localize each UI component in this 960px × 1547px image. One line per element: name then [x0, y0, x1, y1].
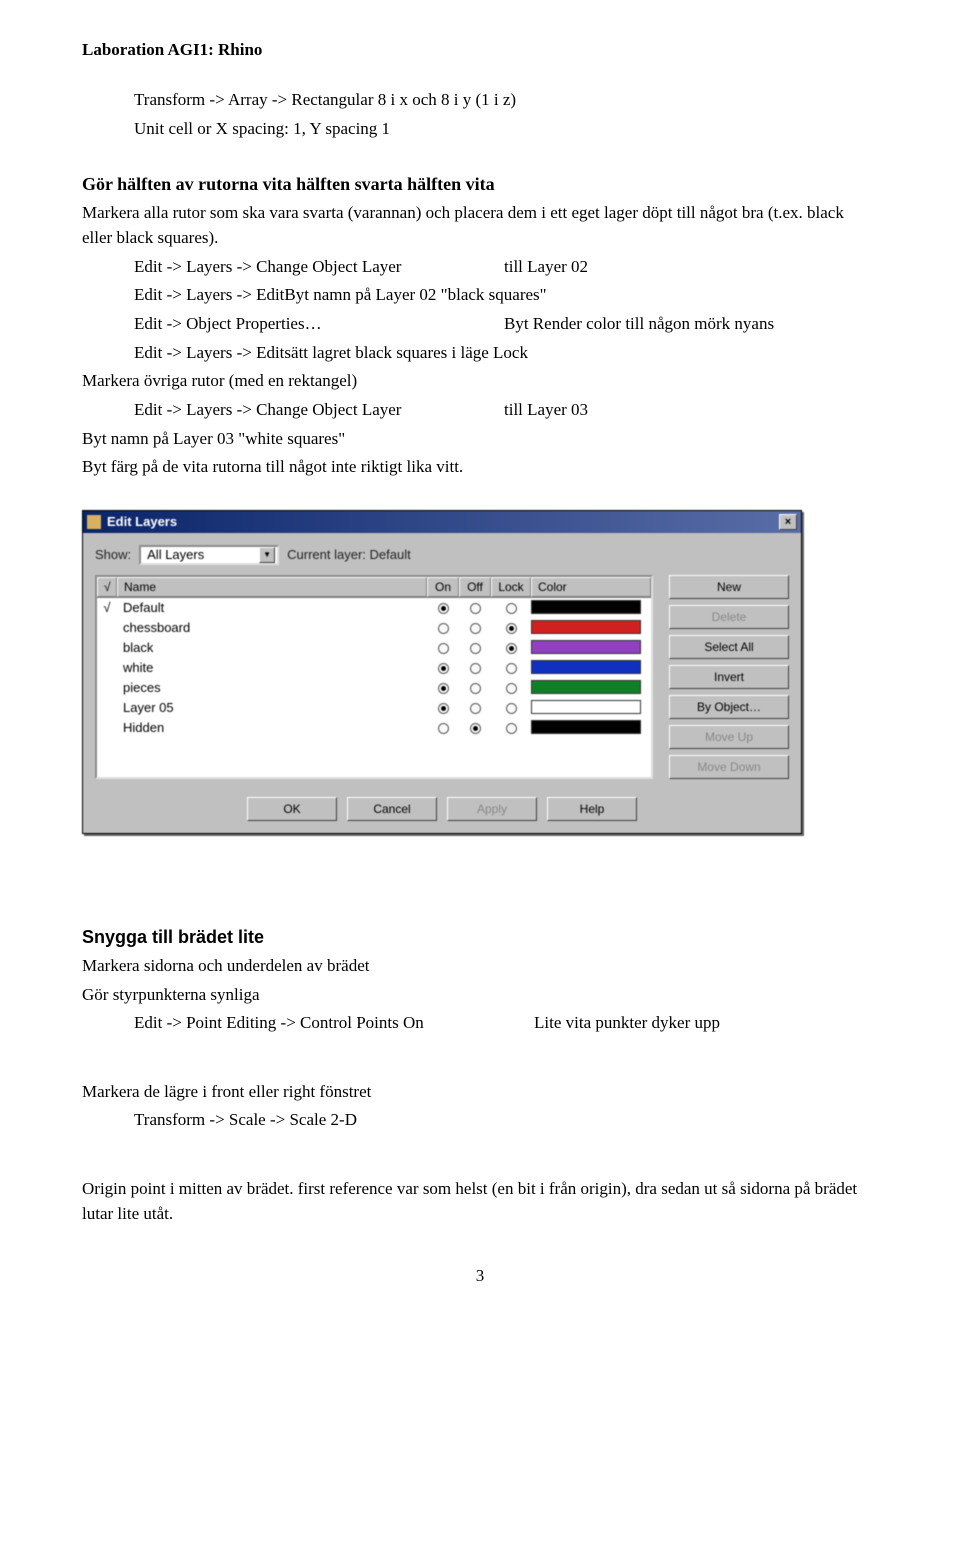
color-swatch[interactable] [531, 718, 651, 737]
edit-layers-dialog: Edit Layers × Show: All Layers ▼ Current… [82, 510, 802, 834]
radio-on[interactable] [427, 720, 459, 735]
radio-lock[interactable] [491, 640, 531, 655]
table-row[interactable]: √Default [97, 598, 651, 618]
body-text: Unit cell or X spacing: 1, Y spacing 1 [134, 117, 878, 142]
invert-button[interactable]: Invert [669, 665, 789, 689]
color-swatch[interactable] [531, 598, 651, 617]
show-label: Show: [95, 547, 131, 562]
radio-on[interactable] [427, 660, 459, 675]
page-number: 3 [82, 1266, 878, 1286]
section-heading: Snygga till brädet lite [82, 924, 878, 950]
table-row[interactable]: black [97, 638, 651, 658]
radio-lock[interactable] [491, 660, 531, 675]
select-all-button[interactable]: Select All [669, 635, 789, 659]
dialog-title: Edit Layers [107, 514, 779, 529]
current-mark: √ [97, 600, 117, 615]
help-button[interactable]: Help [547, 797, 637, 821]
body-text: Markera övriga rutor (med en rektangel) [82, 369, 878, 394]
body-text: Origin point i mitten av brädet. first r… [82, 1177, 878, 1226]
radio-off[interactable] [459, 620, 491, 635]
body-text: Edit -> Layers -> Change Object Layer [134, 398, 504, 423]
cancel-button[interactable]: Cancel [347, 797, 437, 821]
chevron-down-icon: ▼ [259, 547, 275, 563]
body-text: Byt färg på de vita rutorna till något i… [82, 455, 878, 480]
radio-off[interactable] [459, 700, 491, 715]
radio-lock[interactable] [491, 700, 531, 715]
col-name[interactable]: Name [117, 577, 427, 597]
body-text: Edit -> Layers -> Change Object Layer [134, 255, 504, 280]
body-text: Transform -> Scale -> Scale 2-D [134, 1108, 878, 1133]
radio-on[interactable] [427, 600, 459, 615]
show-value: All Layers [147, 547, 204, 562]
section-heading: Gör hälften av rutorna vita hälften svar… [82, 171, 878, 197]
delete-button[interactable]: Delete [669, 605, 789, 629]
radio-off[interactable] [459, 640, 491, 655]
move-down-button[interactable]: Move Down [669, 755, 789, 779]
body-text: Markera de lägre i front eller right fön… [82, 1080, 878, 1105]
radio-off[interactable] [459, 660, 491, 675]
body-text: Markera alla rutor som ska vara svarta (… [82, 201, 878, 250]
color-swatch[interactable] [531, 638, 651, 657]
layer-name: Default [117, 600, 427, 615]
radio-lock[interactable] [491, 680, 531, 695]
layer-name: chessboard [117, 620, 427, 635]
color-swatch[interactable] [531, 618, 651, 637]
dialog-titlebar: Edit Layers × [83, 511, 801, 533]
table-header: √ Name On Off Lock Color [97, 577, 651, 598]
show-dropdown[interactable]: All Layers ▼ [139, 545, 279, 565]
radio-lock[interactable] [491, 720, 531, 735]
move-up-button[interactable]: Move Up [669, 725, 789, 749]
radio-lock[interactable] [491, 600, 531, 615]
radio-off[interactable] [459, 680, 491, 695]
new-button[interactable]: New [669, 575, 789, 599]
body-text: Edit -> Point Editing -> Control Points … [134, 1011, 534, 1036]
color-swatch[interactable] [531, 678, 651, 697]
layer-name: Hidden [117, 720, 427, 735]
body-text: Lite vita punkter dyker upp [534, 1011, 878, 1036]
close-button[interactable]: × [779, 514, 797, 530]
radio-on[interactable] [427, 620, 459, 635]
table-row[interactable]: Layer 05 [97, 698, 651, 718]
radio-lock[interactable] [491, 620, 531, 635]
body-text: Transform -> Array -> Rectangular 8 i x … [134, 88, 878, 113]
layer-name: black [117, 640, 427, 655]
body-text: Edit -> Layers -> Editsätt lagret black … [134, 341, 878, 366]
col-off[interactable]: Off [459, 577, 491, 597]
layers-table: √ Name On Off Lock Color √Default chessbo… [95, 575, 653, 779]
color-swatch[interactable] [531, 658, 651, 677]
page-header: Laboration AGI1: Rhino [82, 40, 878, 60]
layer-name: white [117, 660, 427, 675]
body-text: till Layer 03 [504, 398, 878, 423]
layer-name: Layer 05 [117, 700, 427, 715]
radio-on[interactable] [427, 680, 459, 695]
table-row[interactable]: pieces [97, 678, 651, 698]
radio-on[interactable] [427, 700, 459, 715]
table-row[interactable]: Hidden [97, 718, 651, 738]
body-text: Markera sidorna och underdelen av brädet [82, 954, 878, 979]
col-current[interactable]: √ [97, 577, 117, 597]
apply-button[interactable]: Apply [447, 797, 537, 821]
body-text: Edit -> Object Properties… [134, 312, 504, 337]
layer-name: pieces [117, 680, 427, 695]
body-text: Byt Render color till någon mörk nyans [504, 312, 878, 337]
table-row[interactable]: chessboard [97, 618, 651, 638]
table-row[interactable]: white [97, 658, 651, 678]
body-text: Edit -> Layers -> EditByt namn på Layer … [134, 283, 878, 308]
col-on[interactable]: On [427, 577, 459, 597]
by-object--button[interactable]: By Object… [669, 695, 789, 719]
color-swatch[interactable] [531, 698, 651, 717]
body-text: Byt namn på Layer 03 "white squares" [82, 427, 878, 452]
body-text: Gör styrpunkterna synliga [82, 983, 878, 1008]
col-color[interactable]: Color [531, 577, 651, 597]
radio-off[interactable] [459, 600, 491, 615]
body-text: till Layer 02 [504, 255, 878, 280]
dialog-icon [87, 515, 101, 529]
col-lock[interactable]: Lock [491, 577, 531, 597]
ok-button[interactable]: OK [247, 797, 337, 821]
radio-off[interactable] [459, 720, 491, 735]
radio-on[interactable] [427, 640, 459, 655]
current-layer-label: Current layer: Default [287, 547, 411, 562]
